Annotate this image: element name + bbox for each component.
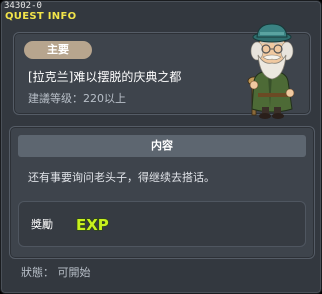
quest-name: [拉克兰]难以摆脱的庆典之都	[28, 70, 182, 84]
exp-icon: EXP	[75, 215, 109, 234]
required-level: 建議等级：220以上	[28, 92, 126, 105]
quest-description: 还有事要询问老头子，得继续去搭话。	[28, 171, 215, 184]
old-man-npc-icon	[247, 23, 295, 119]
quest-content-panel: 内容 还有事要询问老头子，得继续去搭话。 獎勵 EXP	[9, 126, 315, 259]
quest-info-window: 34302-0 QUEST INFO 主要 [拉克兰]难以摆脱的庆典之都 建議等…	[0, 0, 322, 294]
window-title: QUEST INFO	[5, 11, 77, 22]
quest-id-label: 34302-0	[4, 1, 42, 11]
reward-box: 獎勵 EXP	[18, 201, 306, 247]
exp-icon-text: EXP	[76, 216, 109, 234]
quest-status: 狀態： 可開始	[21, 266, 91, 279]
content-header: 内容	[18, 135, 306, 157]
quest-category-badge: 主要	[24, 41, 92, 59]
reward-label: 獎勵	[31, 218, 53, 231]
